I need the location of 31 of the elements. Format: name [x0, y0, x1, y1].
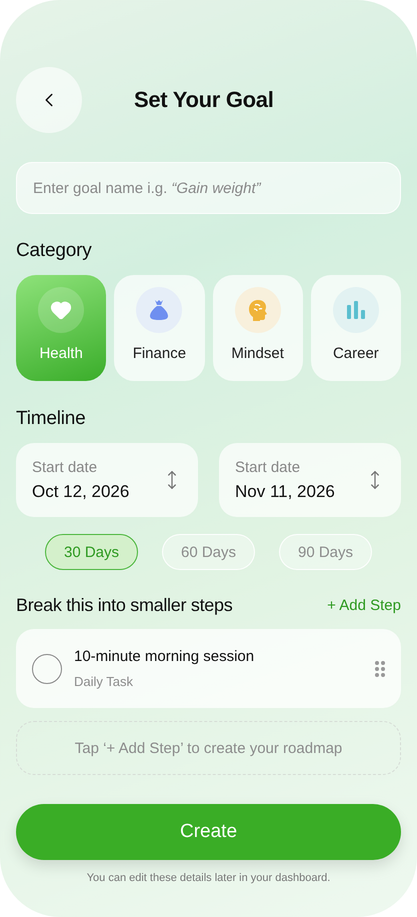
section-title: Break this into smaller steps: [16, 595, 232, 616]
date-label: Start date: [235, 458, 302, 476]
section-title: Category: [16, 240, 93, 262]
category-tile[interactable]: Mindset: [212, 275, 303, 381]
duration-chip[interactable]: 90 Days: [279, 534, 372, 570]
step-checkbox[interactable]: [32, 654, 62, 684]
goal-name-field[interactable]: Enter goal name i.g. “Gain weight”: [16, 162, 401, 214]
section-title: Timeline: [16, 408, 86, 430]
date-picker[interactable]: Start date Oct 12, 2026: [16, 443, 198, 517]
date-value: Oct 12, 2026: [32, 482, 130, 502]
category-tile[interactable]: Finance: [114, 275, 204, 381]
category-tile[interactable]: Health: [16, 275, 106, 381]
step-card[interactable]: 10-minute morning session Daily Task: [16, 629, 401, 708]
head-icon: [246, 299, 269, 321]
add-step-link[interactable]: + Add Step: [327, 597, 401, 614]
category-tile[interactable]: Career: [310, 275, 401, 381]
duration-chip[interactable]: 30 Days: [45, 534, 138, 570]
step-subtitle: Daily Task: [74, 674, 134, 689]
money-bag-icon: [149, 299, 170, 321]
bar-chart-icon: [346, 301, 366, 319]
date-value: Nov 11, 2026: [235, 482, 335, 502]
heart-icon: [50, 299, 72, 321]
step-title: 10-minute morning session: [74, 648, 256, 665]
date-label: Start date: [32, 458, 98, 476]
create-button[interactable]: Create: [16, 804, 401, 860]
page-title: Set Your Goal: [134, 87, 274, 113]
date-picker[interactable]: Start date Nov 11, 2026: [219, 443, 401, 517]
footer-note: You can edit these details later in your dashboard.: [86, 872, 332, 884]
hint-text: Tap ‘+ Add Step’ to create your roadmap: [74, 740, 342, 756]
drag-handle-icon[interactable]: [375, 660, 385, 676]
duration-chip[interactable]: 60 Days: [162, 534, 255, 570]
